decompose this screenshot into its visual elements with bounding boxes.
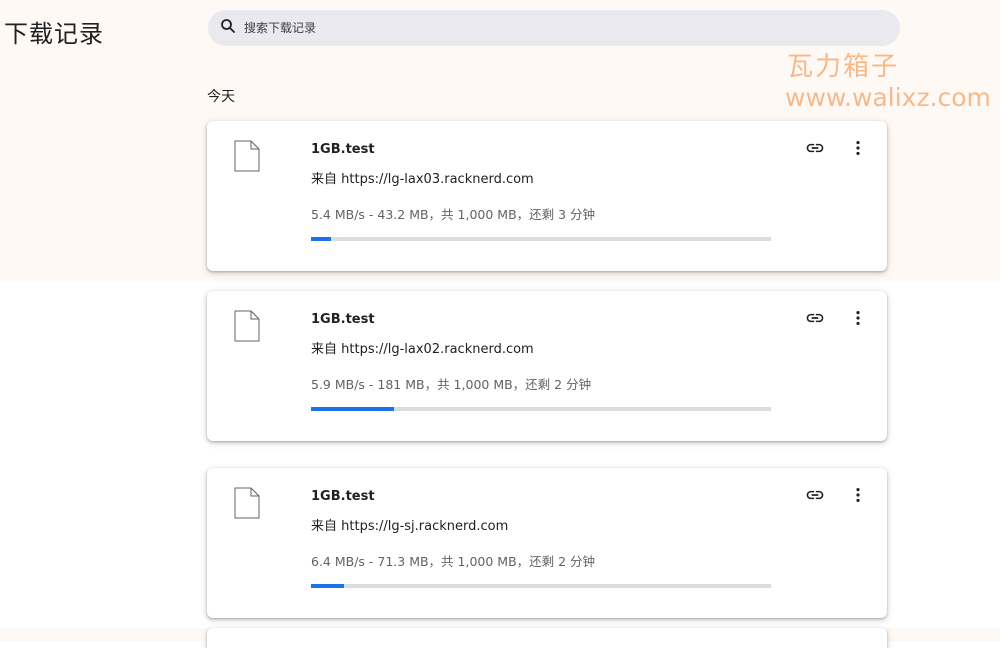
file-icon [234, 487, 260, 519]
link-icon [805, 308, 825, 332]
progress-fill [311, 407, 395, 411]
watermark: 瓦力箱子 www.walixz.com [785, 52, 991, 114]
more-actions-button[interactable] [846, 485, 870, 509]
file-name-link[interactable]: 1GB.test [311, 142, 375, 157]
download-status: 5.9 MB/s - 181 MB，共 1,000 MB，还剩 2 分钟 [311, 377, 592, 392]
watermark-line2: www.walixz.com [785, 83, 991, 112]
download-item-partial [207, 628, 887, 648]
download-item: 1GB.test 来自 https://lg-lax03.racknerd.co… [207, 121, 887, 271]
more-vert-icon [848, 138, 868, 162]
download-status: 5.4 MB/s - 43.2 MB，共 1,000 MB，还剩 3 分钟 [311, 207, 596, 222]
copy-link-button[interactable] [803, 138, 827, 162]
progress-bar [311, 407, 771, 411]
search-input[interactable] [242, 20, 846, 36]
section-date-label: 今天 [207, 89, 235, 105]
more-actions-button[interactable] [846, 138, 870, 162]
more-actions-button[interactable] [846, 308, 870, 332]
link-icon [805, 138, 825, 162]
progress-fill [311, 584, 344, 588]
progress-bar [311, 237, 771, 241]
link-icon [805, 485, 825, 509]
watermark-line1: 瓦力箱子 [787, 52, 900, 82]
download-status: 6.4 MB/s - 71.3 MB，共 1,000 MB，还剩 2 分钟 [311, 554, 596, 569]
file-icon [234, 140, 260, 172]
file-name-link[interactable]: 1GB.test [311, 312, 375, 327]
copy-link-button[interactable] [803, 485, 827, 509]
page-title: 下载记录 [4, 20, 104, 48]
search-icon [220, 18, 236, 38]
file-source-url[interactable]: 来自 https://lg-lax03.racknerd.com [311, 168, 534, 187]
search-bar[interactable] [208, 10, 900, 46]
file-source-url[interactable]: 来自 https://lg-sj.racknerd.com [311, 515, 508, 534]
progress-fill [311, 237, 331, 241]
copy-link-button[interactable] [803, 308, 827, 332]
more-vert-icon [848, 308, 868, 332]
file-name-link[interactable]: 1GB.test [311, 489, 375, 504]
download-item: 1GB.test 来自 https://lg-lax02.racknerd.co… [207, 291, 887, 441]
file-source-url[interactable]: 来自 https://lg-lax02.racknerd.com [311, 338, 534, 357]
file-icon [234, 310, 260, 342]
more-vert-icon [848, 485, 868, 509]
progress-bar [311, 584, 771, 588]
download-item: 1GB.test 来自 https://lg-sj.racknerd.com 6… [207, 468, 887, 618]
